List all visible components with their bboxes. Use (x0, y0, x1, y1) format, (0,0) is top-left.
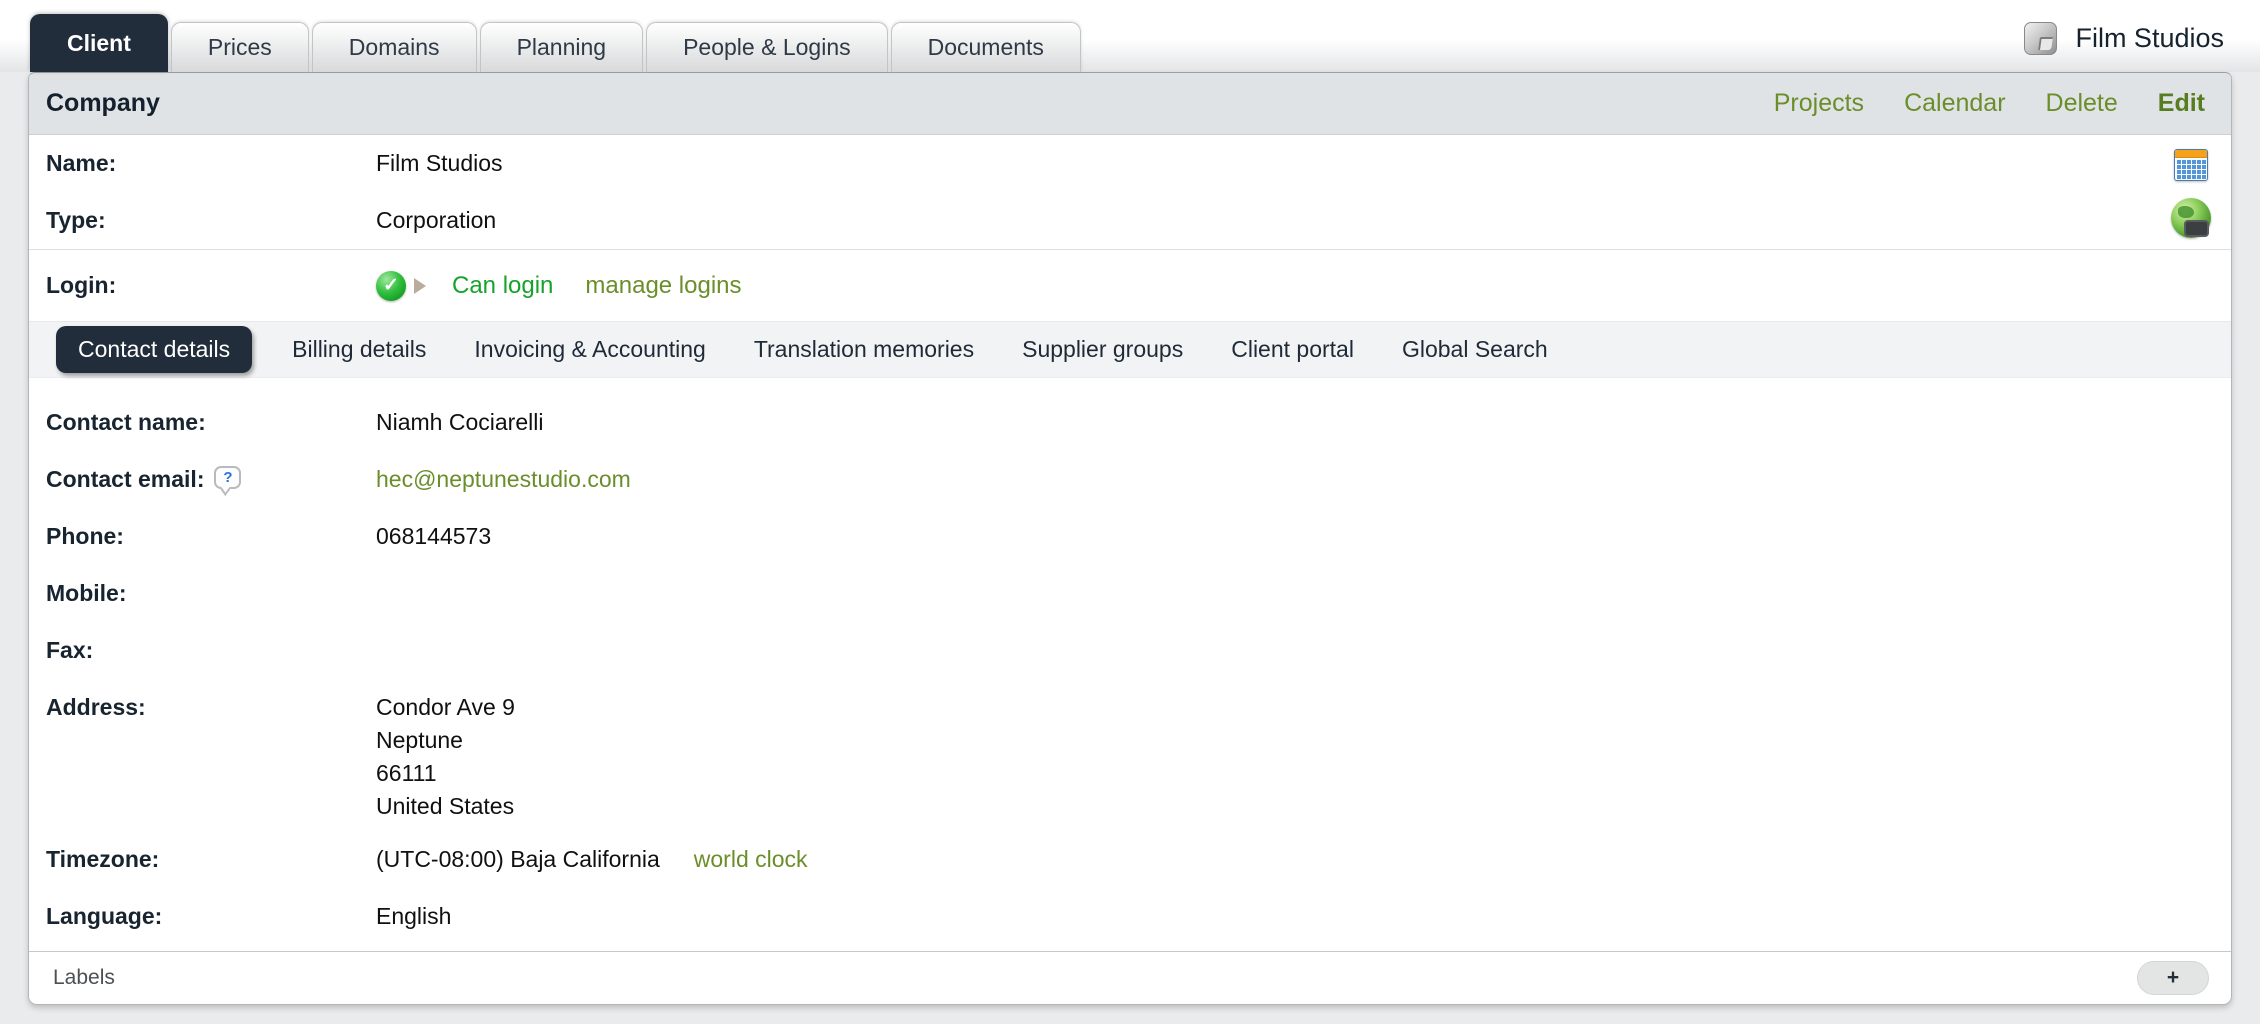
field-row-phone: Phone: 068144573 (29, 508, 2231, 565)
field-row-login: Login: ✓ Can login manage logins (29, 250, 2231, 321)
login-label: Login: (46, 272, 376, 299)
timezone-value-group: (UTC-08:00) Baja California world clock (376, 846, 808, 873)
language-value: English (376, 903, 451, 930)
language-label: Language: (46, 903, 376, 930)
subtab-translation-memories[interactable]: Translation memories (730, 336, 998, 363)
main-tab-bar: Client Prices Domains Planning People & … (0, 0, 2260, 72)
field-row-language: Language: English (29, 888, 2231, 945)
login-status-text: Can login (452, 272, 553, 300)
tab-client[interactable]: Client (30, 14, 168, 72)
phone-value: 068144573 (376, 523, 491, 550)
field-row-fax: Fax: (29, 622, 2231, 679)
subtab-client-portal[interactable]: Client portal (1207, 336, 1378, 363)
contact-email-label-text: Contact email: (46, 466, 204, 493)
field-row-contact-email: Contact email: ? hec@neptunestudio.com (29, 451, 2231, 508)
world-clock-icon[interactable] (2171, 198, 2211, 238)
mobile-label: Mobile: (46, 580, 376, 607)
expander-arrow-icon[interactable] (414, 278, 426, 294)
type-value: Corporation (376, 207, 496, 234)
field-row-mobile: Mobile: (29, 565, 2231, 622)
client-name-heading: Film Studios (2075, 23, 2224, 54)
subtab-global-search[interactable]: Global Search (1378, 336, 1572, 363)
world-clock-link[interactable]: world clock (694, 846, 808, 873)
field-row-type: Type: Corporation (29, 192, 2231, 249)
company-panel: Company Projects Calendar Delete Edit Na… (28, 72, 2232, 1005)
subtab-contact-details[interactable]: Contact details (56, 326, 252, 373)
company-actions: Projects Calendar Delete Edit (1774, 89, 2205, 118)
note-icon[interactable] (2024, 22, 2057, 55)
subtab-invoicing-accounting[interactable]: Invoicing & Accounting (450, 336, 729, 363)
sub-tab-bar: Contact details Billing details Invoicin… (29, 321, 2231, 378)
name-value: Film Studios (376, 150, 503, 177)
help-icon[interactable]: ? (214, 466, 241, 489)
tab-prices[interactable]: Prices (171, 22, 309, 72)
contact-name-value: Niamh Cociarelli (376, 409, 543, 436)
contact-email-link[interactable]: hec@neptunestudio.com (376, 466, 631, 493)
field-row-address: Address: Condor Ave 9 Neptune 66111 Unit… (29, 679, 2231, 831)
fax-label: Fax: (46, 637, 376, 664)
contact-name-label: Contact name: (46, 409, 376, 436)
tab-domains[interactable]: Domains (312, 22, 477, 72)
check-icon: ✓ (376, 271, 406, 301)
subtab-supplier-groups[interactable]: Supplier groups (998, 336, 1207, 363)
tab-planning[interactable]: Planning (480, 22, 644, 72)
address-label: Address: (46, 694, 376, 721)
field-row-timezone: Timezone: (UTC-08:00) Baja California wo… (29, 831, 2231, 888)
calendar-icon[interactable] (2174, 149, 2208, 181)
tab-documents[interactable]: Documents (891, 22, 1081, 72)
manage-logins-link[interactable]: manage logins (585, 272, 741, 300)
add-label-button[interactable]: + (2137, 961, 2209, 995)
field-row-contact-name: Contact name: Niamh Cociarelli (29, 394, 2231, 451)
calendar-icon-grid (2176, 159, 2206, 181)
projects-link[interactable]: Projects (1774, 89, 1864, 118)
edit-link[interactable]: Edit (2158, 89, 2205, 118)
calendar-link[interactable]: Calendar (1904, 89, 2005, 118)
address-line-street: Condor Ave 9 (376, 691, 515, 724)
field-row-name: Name: Film Studios (29, 135, 2231, 192)
address-value: Condor Ave 9 Neptune 66111 United States (376, 691, 515, 823)
tab-people-logins[interactable]: People & Logins (646, 22, 888, 72)
address-line-country: United States (376, 790, 515, 823)
timezone-value: (UTC-08:00) Baja California (376, 846, 660, 873)
labels-bar: Labels + (29, 951, 2231, 1004)
contact-email-label: Contact email: ? (46, 466, 376, 493)
login-value: ✓ Can login manage logins (376, 271, 742, 301)
company-header-bar: Company Projects Calendar Delete Edit (29, 73, 2231, 135)
type-label: Type: (46, 207, 376, 234)
contact-details-section: Contact name: Niamh Cociarelli Contact e… (29, 378, 2231, 945)
labels-title: Labels (53, 966, 115, 990)
timezone-label: Timezone: (46, 846, 376, 873)
calendar-icon-header (2175, 150, 2207, 158)
client-brand: Film Studios (2024, 22, 2224, 55)
side-tool-icons (2171, 149, 2211, 238)
address-line-city: Neptune (376, 724, 515, 757)
phone-label: Phone: (46, 523, 376, 550)
subtab-billing-details[interactable]: Billing details (268, 336, 450, 363)
name-label: Name: (46, 150, 376, 177)
address-line-zip: 66111 (376, 757, 515, 790)
section-title: Company (46, 89, 160, 118)
delete-link[interactable]: Delete (2046, 89, 2118, 118)
